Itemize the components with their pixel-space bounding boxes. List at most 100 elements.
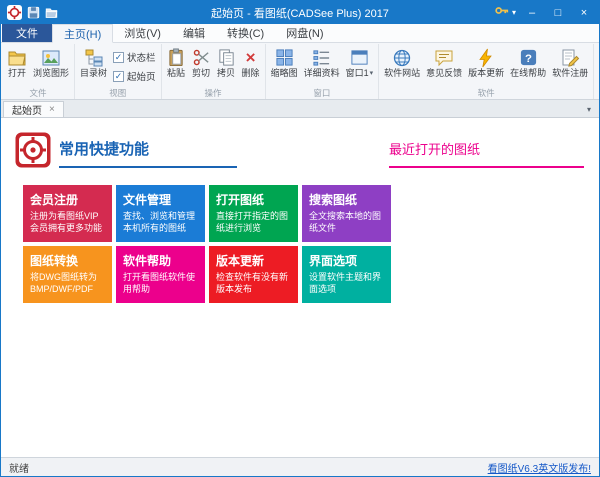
tile-ui-options[interactable]: 界面选项 设置软件主题和界面选项 (302, 246, 391, 303)
software-register-label: 软件注册 (552, 68, 588, 79)
tab-start-page-label: 起始页 (12, 102, 42, 117)
ribbon-tab-bar: 文件 主页(H) 浏览(V) 编辑 转换(C) 网盘(N) (1, 24, 599, 43)
tile-desc: 直接打开指定的图纸进行浏览 (216, 211, 291, 234)
delete-button[interactable]: × 删除 (239, 45, 263, 81)
copy-button[interactable]: 拷贝 (214, 45, 239, 81)
quick-access-toolbar (3, 5, 58, 20)
directory-tree-button[interactable]: 目录树 (77, 45, 110, 81)
ribbon-group-file: 打开 浏览图形 文件 (2, 44, 75, 99)
tile-member-register[interactable]: 会员注册 注册为看图纸VIP会员拥有更多功能 (23, 185, 112, 242)
cadsee-logo (15, 132, 51, 168)
titlebar-caret-icon[interactable]: ▾ (509, 8, 519, 17)
quick-open-icon[interactable] (45, 6, 58, 19)
maximize-button[interactable]: □ (545, 2, 571, 23)
cut-button[interactable]: 剪切 (189, 45, 214, 81)
open-label: 打开 (8, 68, 26, 79)
directory-tree-icon (84, 47, 104, 68)
ribbon-group-view: 目录树 ✓ 状态栏 ✓ 起始页 视图 (75, 44, 162, 99)
tile-file-manage[interactable]: 文件管理 查找、浏览和管理本机所有的图纸 (116, 185, 205, 242)
details-view-button[interactable]: 详细资料 (301, 45, 343, 81)
scissors-icon (192, 47, 211, 68)
titlebar: 起始页 - 看图纸(CADSee Plus) 2017 ▾ – □ × (1, 1, 599, 24)
delete-x-icon: × (246, 47, 256, 68)
version-update-label: 版本更新 (468, 68, 504, 79)
group-label-file: 文件 (4, 87, 72, 99)
tile-open-drawing[interactable]: 打开图纸 直接打开指定的图纸进行浏览 (209, 185, 298, 242)
window-controls: ▾ – □ × (494, 2, 597, 23)
document-tab-bar: 起始页 × ▾ (1, 100, 599, 118)
tile-desc: 检查软件有没有新版本发布 (216, 272, 291, 295)
tile-title: 文件管理 (123, 191, 198, 208)
group-label-operations: 操作 (164, 87, 263, 99)
tile-title: 界面选项 (309, 252, 384, 269)
ribbon: 打开 浏览图形 文件 目录树 (1, 43, 599, 100)
group-label-software: 软件 (381, 87, 591, 99)
shortcut-tiles: 会员注册 注册为看图纸VIP会员拥有更多功能 文件管理 查找、浏览和管理本机所有… (23, 185, 599, 303)
lightning-bolt-icon (476, 47, 496, 68)
tile-software-help[interactable]: 软件帮助 打开看图纸软件使用帮助 (116, 246, 205, 303)
tab-close-icon[interactable]: × (49, 105, 55, 115)
startpage-checkbox[interactable]: ✓ 起始页 (113, 69, 156, 83)
thumbnail-grid-icon (275, 47, 294, 68)
ribbon-tab-file[interactable]: 文件 (2, 24, 52, 42)
close-button[interactable]: × (571, 2, 597, 23)
statusbar-checkbox[interactable]: ✓ 状态栏 (113, 50, 156, 64)
open-button[interactable]: 打开 (4, 45, 30, 81)
tile-version-update[interactable]: 版本更新 检查软件有没有新版本发布 (209, 246, 298, 303)
copy-icon (217, 47, 236, 68)
key-icon[interactable] (494, 3, 509, 23)
app-icon[interactable] (7, 5, 22, 20)
tile-desc: 全文搜索本地的图纸文件 (309, 211, 384, 234)
register-pencil-icon (560, 47, 580, 68)
online-help-button[interactable]: ? 在线帮助 (507, 45, 549, 81)
version-update-button[interactable]: 版本更新 (465, 45, 507, 81)
tab-start-page[interactable]: 起始页 × (3, 101, 64, 117)
minimize-button[interactable]: – (519, 2, 545, 23)
software-website-button[interactable]: 软件网站 (381, 45, 423, 81)
quick-save-icon[interactable] (27, 6, 40, 19)
section-title-shortcuts: 常用快捷功能 (59, 138, 237, 168)
feedback-label: 意见反馈 (426, 68, 462, 79)
window-icon (350, 47, 369, 68)
ribbon-group-software: 软件网站 意见反馈 版本更新 ? (379, 44, 594, 99)
tile-search-drawing[interactable]: 搜索图纸 全文搜索本地的图纸文件 (302, 185, 391, 242)
details-list-icon (312, 47, 331, 68)
software-register-button[interactable]: 软件注册 (549, 45, 591, 81)
paste-button[interactable]: 粘贴 (164, 45, 189, 81)
paste-icon (167, 47, 186, 68)
window1-caret-icon: ▾ (370, 68, 374, 79)
feedback-button[interactable]: 意见反馈 (423, 45, 465, 81)
tile-convert-drawing[interactable]: 图纸转换 将DWG图纸转为BMP/DWF/PDF (23, 246, 112, 303)
delete-label: 删除 (242, 68, 260, 79)
window1-button[interactable]: 窗口1▾ (343, 45, 377, 81)
thumbnail-view-button[interactable]: 缩略图 (268, 45, 301, 81)
feedback-bubble-icon (434, 47, 454, 68)
tile-desc: 设置软件主题和界面选项 (309, 272, 384, 295)
thumbnail-view-label: 缩略图 (271, 68, 298, 79)
ribbon-tab-netdisk[interactable]: 网盘(N) (275, 24, 334, 42)
ribbon-tab-home[interactable]: 主页(H) (52, 24, 113, 43)
open-folder-icon (7, 47, 27, 68)
ribbon-tab-browse[interactable]: 浏览(V) (113, 24, 172, 42)
directory-tree-label: 目录树 (80, 68, 107, 79)
window1-label: 窗口1 (346, 68, 369, 79)
statusbar-checkbox-label: 状态栏 (127, 50, 156, 64)
checkbox-checked-icon[interactable]: ✓ (113, 71, 124, 82)
ribbon-tab-convert[interactable]: 转换(C) (216, 24, 275, 42)
ribbon-group-operations: 粘贴 剪切 拷贝 × 删除 (162, 44, 266, 99)
tile-title: 软件帮助 (123, 252, 198, 269)
news-link[interactable]: 看图纸V6.3英文版发布! (488, 460, 591, 475)
browse-drawings-label: 浏览图形 (33, 68, 69, 79)
tile-desc: 注册为看图纸VIP会员拥有更多功能 (30, 211, 105, 234)
tab-list-caret-icon[interactable]: ▾ (583, 105, 595, 117)
software-website-label: 软件网站 (384, 68, 420, 79)
browse-drawings-button[interactable]: 浏览图形 (30, 45, 72, 81)
checkbox-checked-icon[interactable]: ✓ (113, 52, 124, 63)
cut-label: 剪切 (192, 68, 210, 79)
copy-label: 拷贝 (217, 68, 235, 79)
ribbon-group-window: 缩略图 详细资料 窗口1▾ 窗口 (266, 44, 380, 99)
ribbon-tab-edit[interactable]: 编辑 (172, 24, 216, 42)
browse-drawings-icon (41, 47, 61, 68)
tile-desc: 打开看图纸软件使用帮助 (123, 272, 198, 295)
start-page-content: 常用快捷功能 最近打开的图纸 会员注册 注册为看图纸VIP会员拥有更多功能 文件… (1, 118, 599, 457)
